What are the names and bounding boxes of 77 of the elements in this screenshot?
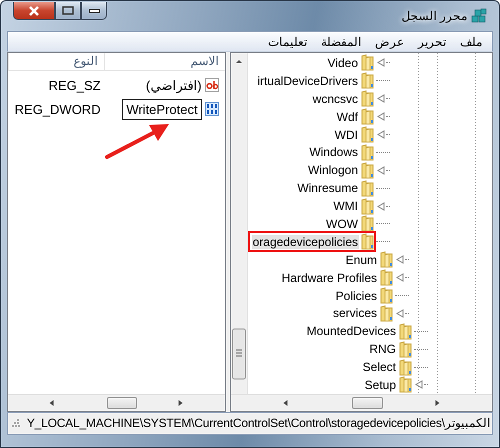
expand-arrow-icon[interactable] bbox=[415, 380, 423, 390]
expand-arrow-icon[interactable] bbox=[377, 94, 385, 104]
column-header[interactable]: الاسم bbox=[104, 53, 225, 70]
tree-item[interactable]: Winlogon bbox=[306, 163, 359, 178]
scrollbar-thumb[interactable] bbox=[352, 396, 384, 409]
folder-icon bbox=[361, 108, 374, 126]
maximize-button[interactable] bbox=[55, 2, 81, 20]
folder-icon bbox=[380, 287, 393, 304]
folder-icon bbox=[361, 233, 374, 250]
maximize-icon bbox=[62, 6, 74, 15]
tree-item[interactable]: Video bbox=[326, 56, 359, 70]
value-type: REG_SZ bbox=[48, 78, 102, 92]
tree-item[interactable]: MountedDevices bbox=[306, 324, 397, 338]
tree-item[interactable]: oragedevicepolicies bbox=[252, 234, 359, 249]
close-icon bbox=[28, 6, 40, 16]
menu-item[interactable]: المفضلة bbox=[321, 34, 361, 48]
resize-grip-icon[interactable] bbox=[12, 419, 20, 428]
menu-item[interactable]: عرض bbox=[375, 34, 404, 48]
expand-arrow-icon[interactable] bbox=[377, 58, 385, 68]
folder-icon bbox=[361, 144, 374, 161]
minimize-button[interactable] bbox=[81, 2, 107, 20]
value-type: REG_DWORD bbox=[14, 102, 102, 116]
folder-icon bbox=[380, 304, 393, 322]
expand-arrow-icon[interactable] bbox=[396, 273, 404, 282]
rename-field[interactable]: WriteProtect bbox=[122, 98, 202, 120]
folder-icon bbox=[361, 180, 374, 197]
menu-item[interactable]: تحرير bbox=[418, 34, 446, 48]
tree-item[interactable]: Windows bbox=[308, 145, 359, 160]
folder-icon bbox=[361, 215, 374, 232]
status-path: الكمبيوتر\Y_LOCAL_MACHINE\SYSTEM\CurrentControlSet\Control\storagedevicepolicies bbox=[26, 416, 490, 430]
window-title: محرر السجل bbox=[402, 9, 467, 23]
tree-item[interactable]: services bbox=[332, 306, 378, 320]
tree-item[interactable]: WDI bbox=[334, 128, 359, 142]
tree-item[interactable]: Select bbox=[362, 360, 397, 374]
tree-item[interactable]: Policies bbox=[334, 288, 378, 303]
minimize-icon bbox=[88, 8, 100, 12]
menu-item[interactable]: ملف bbox=[460, 34, 482, 48]
binary-value-icon bbox=[204, 102, 219, 116]
tree-item[interactable]: irtualDeviceDrivers bbox=[256, 74, 359, 88]
expand-arrow-icon[interactable] bbox=[377, 202, 385, 211]
horizontal-scrollbar[interactable] bbox=[8, 394, 225, 411]
column-header[interactable]: النوع bbox=[8, 53, 104, 70]
tree-item[interactable]: Wdf bbox=[336, 110, 359, 124]
folder-icon bbox=[399, 322, 412, 340]
scrollbar-thumb[interactable] bbox=[107, 396, 138, 409]
horizontal-scrollbar[interactable] bbox=[230, 394, 492, 411]
folder-icon bbox=[399, 340, 412, 358]
folder-icon bbox=[361, 162, 374, 179]
string-value-icon bbox=[204, 78, 219, 92]
expand-arrow-icon[interactable] bbox=[377, 130, 385, 139]
expand-arrow-icon[interactable] bbox=[396, 308, 404, 318]
folder-icon bbox=[361, 126, 374, 144]
folder-icon bbox=[399, 376, 412, 394]
close-button[interactable] bbox=[13, 2, 55, 20]
tree-item[interactable]: WMI bbox=[332, 199, 359, 214]
tree-item[interactable]: Hardware Profiles bbox=[280, 270, 378, 285]
vertical-scrollbar[interactable] bbox=[230, 53, 248, 394]
folder-icon bbox=[361, 72, 374, 90]
tree-item[interactable]: Winresume bbox=[296, 181, 359, 196]
tree-item[interactable]: wcncsvc bbox=[312, 92, 359, 106]
expand-arrow-icon[interactable] bbox=[377, 112, 385, 122]
registry-icon bbox=[471, 8, 487, 24]
tree-item[interactable]: RNG bbox=[368, 342, 397, 356]
tree-item[interactable]: WOW bbox=[325, 216, 359, 231]
menu-item[interactable]: تعليمات bbox=[268, 34, 307, 48]
folder-icon bbox=[361, 90, 374, 108]
expand-arrow-icon[interactable] bbox=[396, 255, 404, 264]
folder-icon bbox=[399, 358, 412, 376]
annotation-arrow bbox=[105, 124, 169, 159]
folder-icon bbox=[380, 269, 393, 286]
value-name: (افتراضي) bbox=[146, 78, 202, 92]
folder-icon bbox=[380, 251, 393, 268]
tree-item[interactable]: Enum bbox=[344, 252, 378, 267]
folder-icon bbox=[361, 198, 374, 215]
tree-item[interactable]: Setup bbox=[364, 378, 397, 392]
expand-arrow-icon[interactable] bbox=[377, 166, 385, 175]
folder-icon bbox=[361, 54, 374, 72]
